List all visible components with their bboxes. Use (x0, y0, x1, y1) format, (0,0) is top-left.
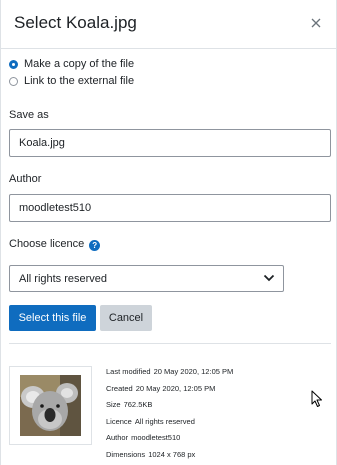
save-as-input[interactable]: Koala.jpg (9, 129, 331, 157)
divider (9, 343, 331, 344)
close-icon[interactable] (309, 16, 323, 30)
file-picker-dialog: Select Koala.jpg Make a copy of the file… (0, 0, 337, 465)
author-label: Author (9, 173, 42, 185)
licence-select[interactable]: All rights reserved (9, 265, 284, 292)
option-link-file[interactable]: Link to the external file (9, 75, 134, 87)
dialog-title: Select Koala.jpg (14, 13, 137, 32)
question-circle-icon[interactable]: ? (89, 240, 101, 251)
chevron-down-icon (263, 274, 275, 282)
save-as-label: Save as (9, 109, 49, 121)
radio-link-file[interactable] (9, 76, 18, 86)
detail-licence: Licence All rights reserved (106, 416, 195, 426)
detail-size: Size 762.5KB (106, 400, 153, 409)
author-input[interactable]: moodletest510 (9, 194, 331, 222)
detail-author: Author moodletest510 (106, 433, 181, 442)
koala-image (20, 375, 81, 436)
licence-label-row: Choose licence? (9, 238, 101, 251)
cancel-button[interactable]: Cancel (100, 305, 152, 331)
option-link-label: Link to the external file (24, 75, 135, 87)
option-copy-file[interactable]: Make a copy of the file (9, 58, 134, 70)
detail-last-modified: Last modified 20 May 2020, 12:05 PM (106, 367, 234, 376)
licence-selected-value: All rights reserved (19, 273, 108, 285)
licence-label: Choose licence (9, 238, 85, 250)
detail-dimensions: Dimensions 1024 x 768 px (106, 449, 196, 459)
select-file-button[interactable]: Select this file (9, 305, 96, 331)
file-thumbnail (9, 366, 92, 445)
radio-copy-file[interactable] (9, 59, 18, 69)
file-details: Last modified 20 May 2020, 12:05 PM Creat… (106, 364, 233, 463)
dialog-header: Select Koala.jpg (1, 0, 336, 49)
detail-created: Created 20 May 2020, 12:05 PM (106, 383, 216, 393)
mouse-pointer-icon (311, 390, 322, 407)
option-copy-label: Make a copy of the file (24, 58, 135, 70)
